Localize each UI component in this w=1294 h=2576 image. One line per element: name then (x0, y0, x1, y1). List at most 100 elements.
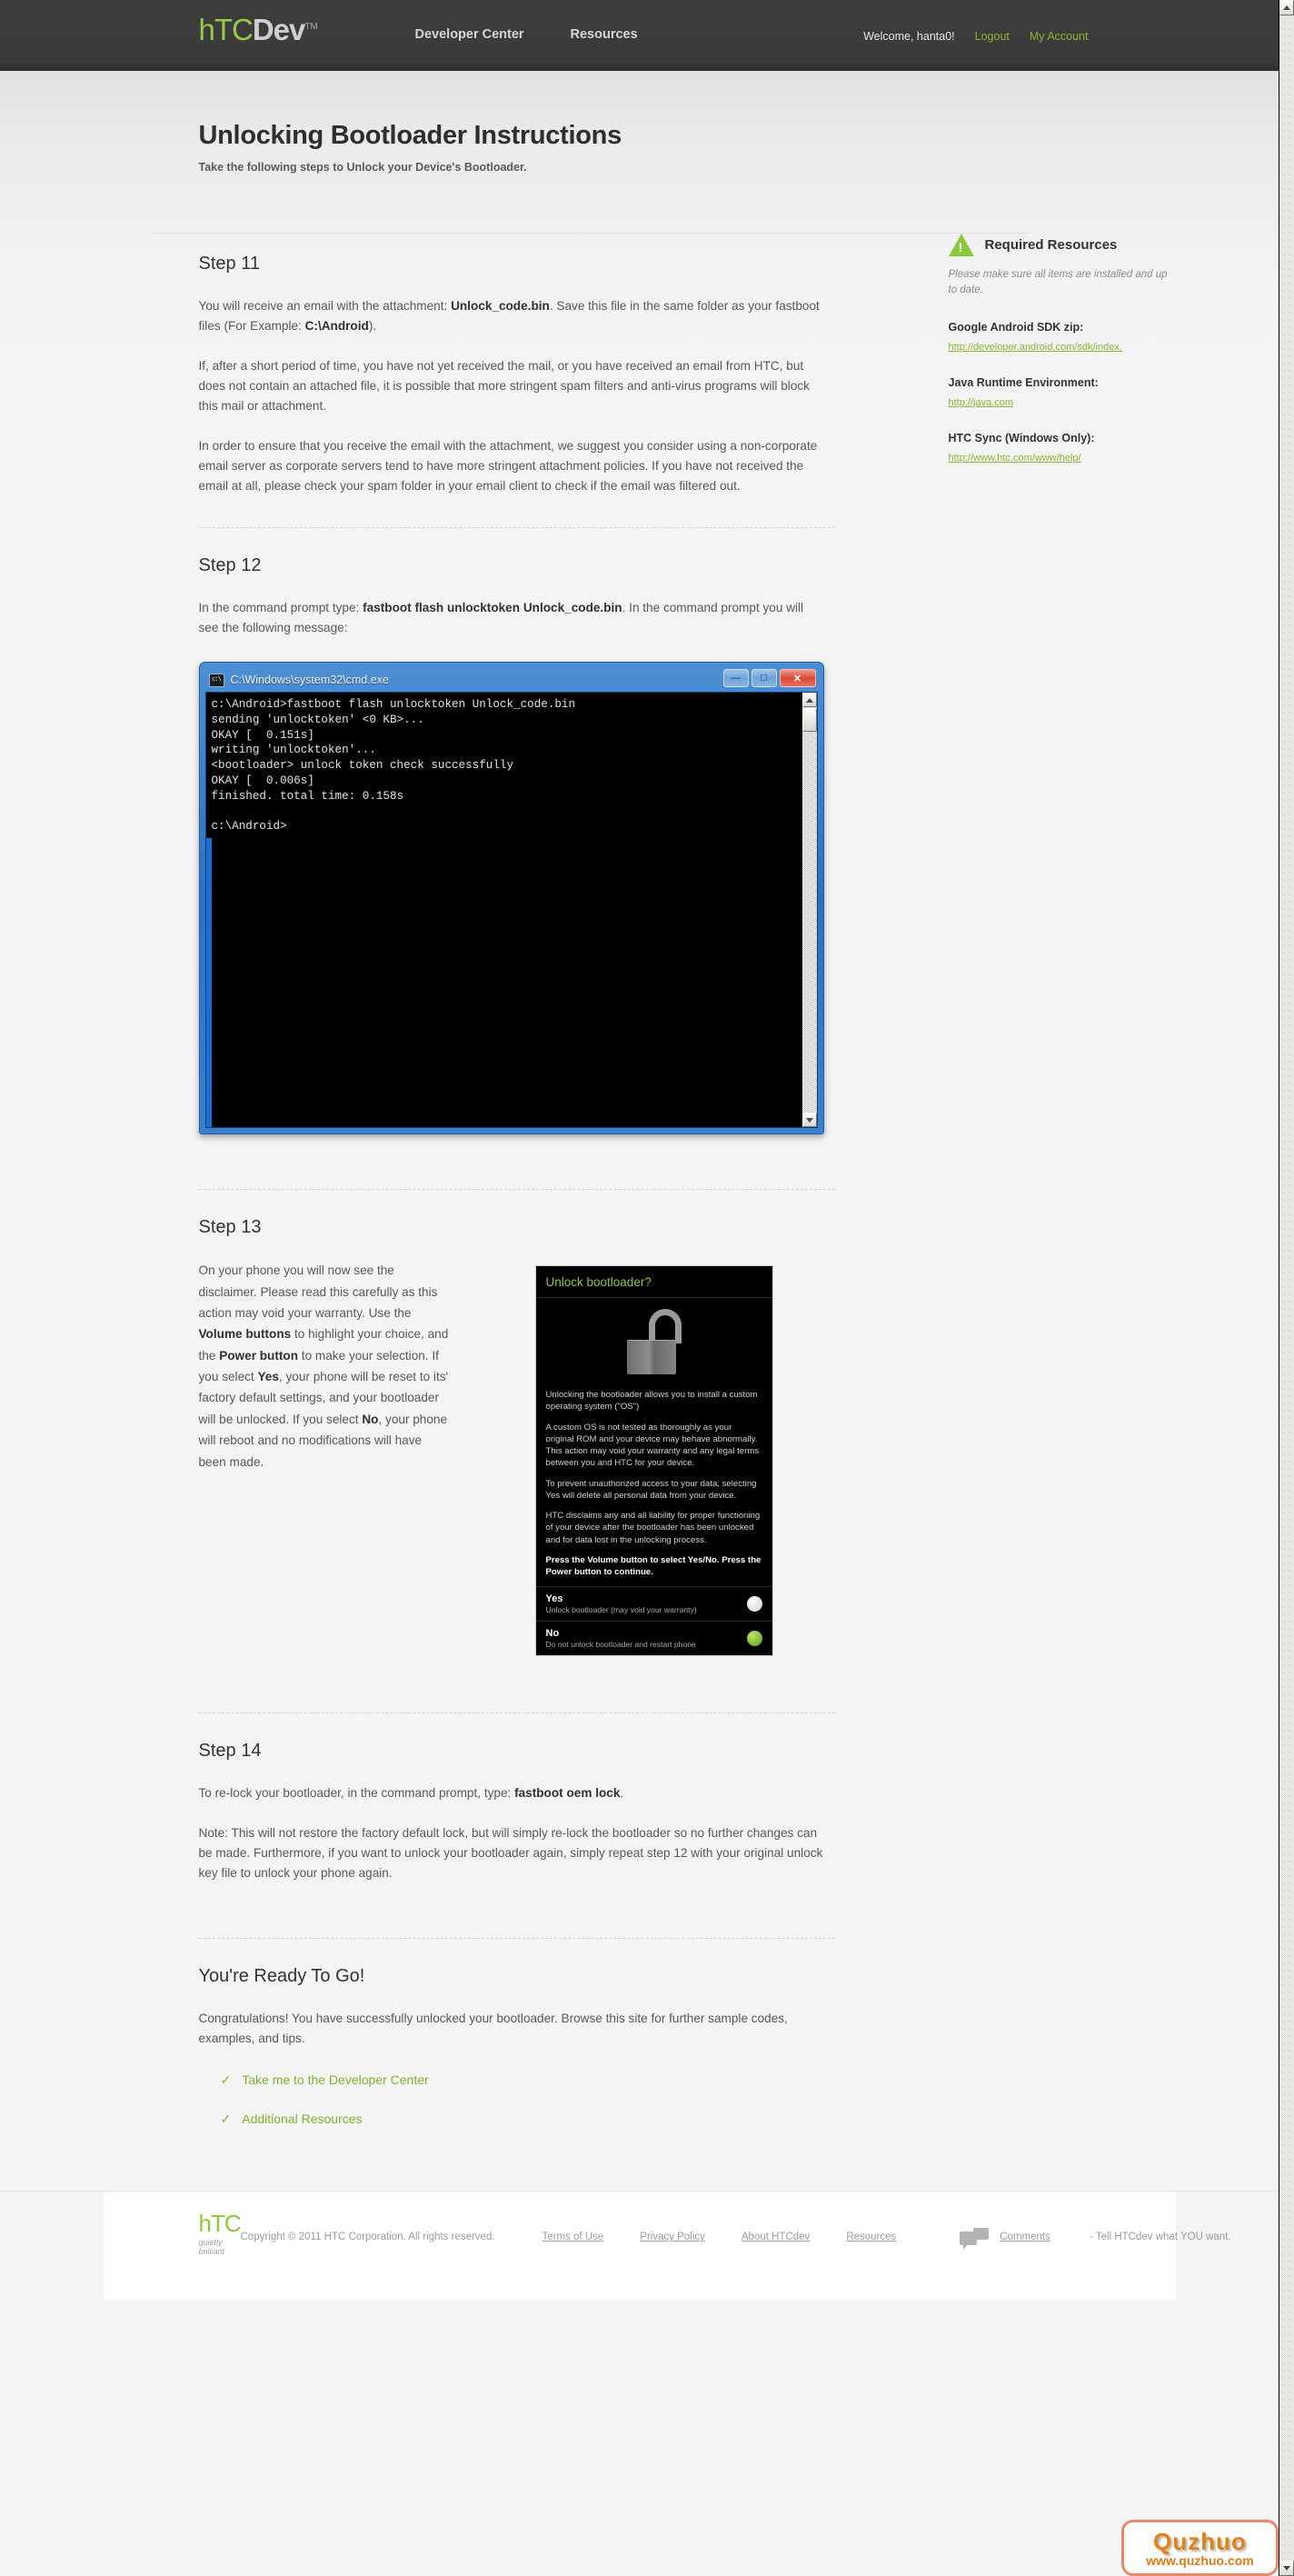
ready-link-label: Take me to the Developer Center (242, 2072, 429, 2088)
scroll-up-button[interactable] (1279, 0, 1294, 15)
section-step-14: Step 14 To re-lock your bootloader, in t… (199, 1721, 835, 1883)
phone-choice-yes[interactable]: Yes Unlock bootloader (may void your war… (535, 1586, 772, 1621)
ready-title: You're Ready To Go! (198, 1966, 365, 1987)
step-13-title: Step 13 (198, 1217, 262, 1238)
s11-filename: Unlock_code.bin (451, 299, 550, 313)
check-icon: ✓ (220, 2112, 232, 2127)
cmd-scroll-up-button[interactable] (801, 693, 817, 708)
open-padlock-icon (625, 1309, 683, 1375)
footer-link-resources[interactable]: Resources (846, 2232, 896, 2242)
footer-htc-logo[interactable]: hTC quietly brilliant (199, 2212, 242, 2256)
cmd-scrollbar-thumb[interactable] (801, 708, 817, 733)
close-button[interactable]: ✕ (779, 669, 816, 688)
section-divider (198, 1189, 835, 1191)
phone-choice-no[interactable]: No Do not unlock bootloader and restart … (535, 1621, 772, 1655)
phone-paragraph: Unlocking the bootloader allows you to i… (545, 1390, 758, 1413)
step-13-paragraph-1: On your phone you will now see the discl… (199, 1260, 449, 1473)
footer-link-about-htcdev[interactable]: About HTCdev (742, 2232, 810, 2242)
required-resources-header: Required Resources (948, 234, 1221, 256)
phone-choice-yes-radio-icon[interactable] (746, 1596, 762, 1612)
step-12-title: Step 12 (198, 555, 262, 576)
scroll-down-button[interactable] (1279, 2561, 1294, 2576)
maximize-button[interactable]: □ (751, 669, 777, 688)
command-prompt-figure: c:\ C:\Windows\system32\cmd.exe — □ ✕ c:… (198, 662, 826, 1135)
resource-item: Java Runtime Environment: http://java.co… (949, 376, 1221, 410)
nav-developer-center[interactable]: Developer Center (415, 27, 524, 42)
cmd-window: c:\ C:\Windows\system32\cmd.exe — □ ✕ c:… (198, 662, 824, 1135)
s11-p1-a: You will receive an email with the attac… (198, 299, 452, 313)
scroll-up-arrow-icon (1283, 5, 1290, 10)
section-divider (198, 1712, 835, 1714)
phone-disclaimer-screenshot: Unlock bootloader? Unlocking the bootloa… (534, 1265, 773, 1657)
copyright-text: Copyright © 2011 HTC Corporation. All ri… (240, 2232, 495, 2243)
scroll-down-arrow-icon (1283, 2566, 1290, 2571)
resource-link-android-sdk[interactable]: http://developer.android.com/sdk/index. (949, 342, 1122, 353)
ready-body: Congratulations! You have successfully u… (198, 2012, 788, 2046)
s13-a: On your phone you will now see the discl… (198, 1263, 438, 1320)
phone-choice-no-labels: No Do not unlock bootloader and restart … (546, 1628, 696, 1649)
cmd-scroll-down-arrow-icon (805, 1117, 813, 1123)
section-ready: You're Ready To Go! Congratulations! You… (199, 1946, 835, 2127)
footer-links: Copyright © 2011 HTC Corporation. All ri… (240, 2212, 1231, 2251)
phone-paragraph: To prevent unauthorized access to your d… (545, 1478, 757, 1501)
step-14-title: Step 14 (198, 1741, 262, 1762)
logo-htc-text: hTC (198, 13, 254, 46)
s13-volume-buttons: Volume buttons (198, 1327, 292, 1342)
step-11-paragraph-1: You will receive an email with the attac… (199, 296, 826, 336)
s14-command: fastboot oem lock (514, 1786, 621, 1801)
resource-label: HTC Sync (Windows Only): (948, 431, 1095, 444)
cmd-scroll-up-arrow-icon (805, 697, 813, 703)
footer-row: hTC quietly brilliant Copyright © 2011 H… (199, 2212, 1231, 2256)
cmd-vertical-scrollbar[interactable] (801, 693, 817, 1128)
phone-instruction: Press the Volume button to select Yes/No… (545, 1554, 761, 1577)
speech-bubble-back (973, 2228, 990, 2241)
page-subtitle: Take the following steps to Unlock your … (198, 161, 527, 174)
my-account-link[interactable]: My Account (1030, 30, 1089, 43)
comments-tail: - Tell HTCdev what YOU want. (1086, 2232, 1231, 2243)
phone-choice-no-radio-icon[interactable] (746, 1631, 762, 1647)
step-14-paragraph-1: To re-lock your bootloader, in the comma… (199, 1783, 826, 1803)
section-divider (198, 1938, 835, 1940)
resource-link-java[interactable]: http://java.com (949, 397, 1014, 408)
phone-choice-yes-title: Yes (545, 1593, 563, 1605)
s14-a: To re-lock your bootloader, in the comma… (198, 1786, 515, 1801)
resource-label: Google Android SDK zip: (948, 320, 1084, 334)
cmd-window-controls: — □ ✕ (722, 669, 816, 688)
resource-item: HTC Sync (Windows Only): http://www.htc.… (949, 432, 1221, 465)
footer-link-terms-of-use[interactable]: Terms of Use (542, 2232, 604, 2242)
nav-resources[interactable]: Resources (571, 27, 638, 42)
speech-bubbles-icon (960, 2228, 990, 2251)
check-icon: ✓ (220, 2072, 232, 2088)
resource-link-htc-sync[interactable]: http://www.htc.com/www/help/ (949, 453, 1081, 464)
section-divider (198, 527, 835, 529)
footer-link-privacy-policy[interactable]: Privacy Policy (640, 2232, 705, 2242)
browser-scrollbar[interactable] (1279, 0, 1294, 2576)
cmd-scroll-down-button[interactable] (801, 1113, 817, 1128)
cmd-titlebar[interactable]: c:\ C:\Windows\system32\cmd.exe — □ ✕ (205, 668, 818, 692)
required-resources-note: Please make sure all items are installed… (948, 269, 1168, 296)
logout-link[interactable]: Logout (975, 30, 1010, 43)
step-14-paragraph-2: Note: This will not restore the factory … (198, 1826, 823, 1881)
required-resources-panel: Required Resources Please make sure all … (948, 234, 1221, 465)
step-11-paragraph-3: In order to ensure that you receive the … (198, 439, 818, 494)
site-footer: hTC quietly brilliant Copyright © 2011 H… (103, 2192, 1231, 2301)
resource-item: Google Android SDK zip: http://developer… (949, 321, 1221, 354)
logo-dev-text: Dev (252, 13, 306, 46)
s13-yes: Yes (257, 1370, 279, 1384)
comments-text: Comments - Tell HTCdev what YOU want. (1000, 2232, 1230, 2242)
comments-link[interactable]: Comments (1000, 2232, 1050, 2242)
ready-link-additional-resources[interactable]: ✓ Additional Resources (221, 2112, 835, 2127)
phone-screen-heading: Unlock bootloader? (535, 1266, 772, 1299)
main-column: Step 11 You will receive an email with t… (198, 234, 835, 2127)
section-step-12: Step 12 In the command prompt type: fast… (198, 535, 835, 1135)
cmd-console-output: c:\Android>fastboot flash unlocktoken Un… (211, 698, 576, 834)
padlock-shackle (648, 1309, 682, 1344)
site-header-inner: hTCDevTM Developer Center Resources Welc… (104, 0, 1176, 71)
htcdev-logo[interactable]: hTCDevTM (199, 15, 318, 45)
ready-link-developer-center[interactable]: ✓ Take me to the Developer Center (221, 2072, 835, 2088)
watermark-brand: Quzhuo (1153, 2527, 1247, 2555)
s14-c: . (620, 1786, 624, 1801)
s12-command: fastboot flash unlocktoken Unlock_code.b… (363, 601, 622, 615)
minimize-button[interactable]: — (722, 669, 749, 688)
page-title: Unlocking Bootloader Instructions (198, 121, 622, 150)
